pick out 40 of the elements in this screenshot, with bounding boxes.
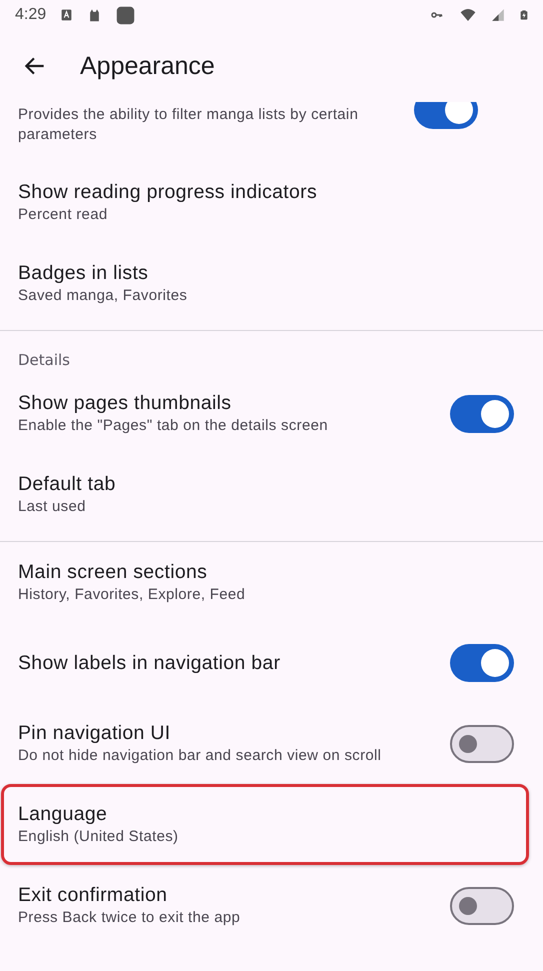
settings-item[interactable]: Provides the ability to filter manga lists by certain parameters (1, 102, 529, 162)
item-summary: Saved manga, Favorites (18, 286, 188, 306)
item-summary: Press Back twice to exit the app (18, 908, 242, 928)
status-time: 4:29 (15, 6, 46, 24)
item-title: Show labels in navigation bar (18, 651, 282, 675)
item-title: Exit confirmation (18, 883, 168, 907)
wifi-icon (459, 7, 477, 23)
section-header: Details (17, 350, 72, 371)
item-summary: Provides the ability to filter manga lists by certain parameters (18, 105, 360, 145)
settings-item[interactable]: Show labels in navigation bar (1, 623, 529, 703)
item-title: Default tab (18, 472, 117, 496)
toggle-switch[interactable] (450, 394, 514, 432)
settings-item[interactable]: Badges in lists Saved manga, Favorites (1, 243, 529, 324)
app-square-icon (116, 6, 136, 24)
item-title: Main screen sections (18, 560, 208, 584)
settings-item[interactable]: Exit confirmation Press Back twice to exit the app (1, 865, 529, 946)
signal-icon (491, 8, 505, 22)
settings-item[interactable]: Show reading progress indicators Percent read (1, 162, 529, 243)
toggle-switch[interactable] (450, 886, 514, 924)
toggle-switch[interactable] (450, 724, 514, 762)
screen-title: Appearance (80, 52, 215, 80)
toggle-switch[interactable] (414, 102, 478, 129)
item-title: Badges in lists (18, 261, 150, 285)
toggle-switch[interactable] (450, 644, 514, 682)
settings-item[interactable]: Language English (United States) (1, 784, 529, 865)
item-title: Show reading progress indicators (18, 180, 318, 204)
item-title: Pin navigation UI (18, 721, 172, 745)
item-summary: Last used (18, 497, 87, 517)
settings-item[interactable]: Main screen sections History, Favorites, Explore, Feed (1, 542, 529, 623)
item-summary: Percent read (18, 205, 108, 225)
settings-item[interactable]: Pin navigation UI Do not hide navigation bar and search view on scroll (1, 703, 529, 784)
keyboard-app-icon (60, 8, 74, 22)
item-title: Show pages thumbnails (18, 391, 232, 415)
item-title: Language (18, 802, 108, 826)
item-summary: Do not hide navigation bar and search view on scroll (18, 746, 382, 766)
settings-item[interactable]: Show pages thumbnails Enable the "Pages" tab on the details screen (1, 373, 529, 454)
settings-item[interactable]: Default tab Last used (1, 454, 529, 535)
item-summary: English (United States) (18, 827, 180, 847)
item-summary: History, Favorites, Explore, Feed (18, 585, 246, 605)
item-summary: Enable the "Pages" tab on the details screen (18, 416, 329, 436)
